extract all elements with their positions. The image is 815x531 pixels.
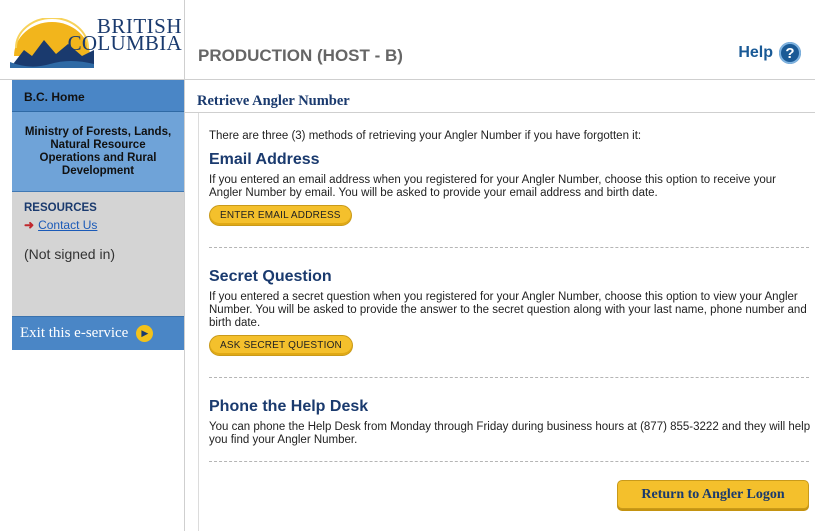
help-label: Help [738, 44, 773, 61]
play-arrow-icon: ▶ [136, 325, 154, 342]
divider [209, 377, 809, 378]
divider [209, 461, 809, 462]
ministry-name: Ministry of Forests, Lands, Natural Reso… [12, 112, 184, 192]
brand-line2: COLUMBIA [67, 31, 182, 55]
contact-us-link[interactable]: Contact Us [38, 218, 97, 232]
sidebar: B.C. Home Ministry of Forests, Lands, Na… [12, 80, 184, 350]
bc-logo[interactable]: BRITISH COLUMBIA [10, 16, 182, 68]
exit-label: Exit this e-service [20, 325, 129, 341]
help-desk-section: Phone the Help Desk You can phone the He… [209, 398, 811, 447]
bc-wordmark: BRITISH COLUMBIA [67, 16, 182, 55]
question-icon[interactable]: ? [779, 42, 801, 64]
exit-eservice-button[interactable]: Exit this e-service ▶ [12, 316, 184, 350]
help-desk-description: You can phone the Help Desk from Monday … [209, 421, 811, 446]
help-desk-heading: Phone the Help Desk [209, 398, 369, 415]
resources-panel: RESOURCES ➜ Contact Us (Not signed in) [12, 192, 184, 316]
divider [209, 247, 809, 248]
arrow-right-icon: ➜ [24, 218, 35, 232]
intro-text: There are three (3) methods of retrievin… [209, 130, 642, 142]
main-title-bar: Retrieve Angler Number [185, 80, 815, 113]
email-heading: Email Address [209, 151, 320, 168]
bc-home-link[interactable]: B.C. Home [12, 80, 184, 112]
email-description: If you entered an email address when you… [209, 174, 777, 199]
page-header: BRITISH COLUMBIA PRODUCTION (HOST - B) H… [0, 0, 815, 80]
contact-us-item[interactable]: ➜ Contact Us [24, 218, 184, 232]
secret-question-description: If you entered a secret question when yo… [209, 291, 807, 329]
return-to-logon-button[interactable]: Return to Angler Logon [617, 480, 809, 509]
secret-question-section: Secret Question If you entered a secret … [209, 268, 811, 356]
page-title: Retrieve Angler Number [197, 93, 350, 109]
help-link[interactable]: Help ? [738, 42, 801, 64]
ask-secret-question-button[interactable]: ASK SECRET QUESTION [209, 335, 353, 356]
enter-email-button[interactable]: ENTER EMAIL ADDRESS [209, 205, 352, 226]
secret-question-heading: Secret Question [209, 268, 332, 285]
main-content: There are three (3) methods of retrievin… [198, 113, 815, 531]
environment-title: PRODUCTION (HOST - B) [198, 46, 403, 65]
email-section: Email Address If you entered an email ad… [209, 151, 811, 226]
resources-title: RESOURCES [24, 202, 97, 214]
sign-in-status: (Not signed in) [24, 246, 116, 262]
